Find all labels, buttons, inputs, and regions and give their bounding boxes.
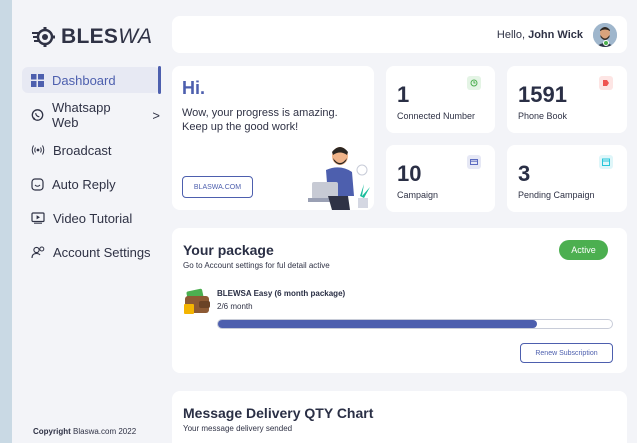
welcome-card: Hi. Wow, your progress is amazing. Keep … (172, 66, 374, 210)
sidebar-item-dashboard[interactable]: Dashboard (22, 67, 160, 93)
active-indicator (158, 66, 161, 94)
stat-pending-campaign[interactable]: 3 Pending Campaign (507, 145, 627, 212)
sidebar-item-label: Video Tutorial (53, 210, 133, 226)
stat-label: Pending Campaign (518, 190, 595, 200)
app-frame: BLESWA Dashboard Whatsapp Web > Broadcas… (12, 0, 637, 443)
stat-value: 1591 (518, 82, 567, 107)
website-button[interactable]: BLASWA.COM (182, 176, 253, 198)
logo-gear-icon (32, 27, 55, 47)
stat-phone-book[interactable]: 1591 Phone Book (507, 66, 627, 133)
sidebar-item-auto-reply[interactable]: Auto Reply (22, 171, 160, 197)
chat-icon (31, 177, 44, 191)
progress-fill (218, 320, 538, 328)
stat-value: 1 (397, 82, 410, 107)
package-subtitle: Go to Account settings for ful detail ac… (183, 261, 330, 270)
sidebar-item-label: Whatsapp Web (52, 100, 111, 130)
plan-name: BLEWSA Easy (6 month package) (217, 289, 346, 298)
top-bar: Hello, John Wick (172, 16, 627, 53)
delivery-chart-card: Message Delivery QTY Chart Your message … (172, 391, 627, 443)
renew-subscription-button[interactable]: Renew Subscription (520, 343, 613, 363)
brand-logo[interactable]: BLESWA (31, 25, 152, 49)
plan-duration: 2/6 month (217, 302, 253, 311)
stat-label: Campaign (397, 190, 439, 200)
sidebar-item-broadcast[interactable]: Broadcast (22, 137, 160, 163)
welcome-message: Wow, your progress is amazing. Keep up t… (182, 107, 338, 133)
stat-value: 10 (397, 161, 422, 186)
chevron-right-icon: > (152, 107, 160, 123)
working-man-illustration (308, 147, 370, 210)
chart-subtitle: Your message delivery sended (183, 424, 293, 433)
sidebar-item-video-tutorial[interactable]: Video Tutorial (22, 205, 160, 231)
stat-value: 3 (518, 161, 531, 186)
stat-label: Connected Number (397, 111, 476, 121)
sidebar-item-label: Account Settings (53, 244, 151, 260)
stat-label: Phone Book (518, 111, 568, 121)
video-icon (31, 212, 45, 224)
clock-icon (467, 76, 481, 90)
sidebar-item-whatsapp-web[interactable]: Whatsapp Web > (22, 100, 160, 130)
brand-name: BLESWA (61, 25, 153, 48)
status-badge: Active (559, 240, 608, 260)
welcome-title: Hi. (182, 78, 206, 98)
broadcast-icon (31, 145, 45, 155)
greeting: Hello, John Wick (496, 28, 583, 41)
subscription-progress-bar (217, 319, 613, 329)
sidebar-item-account-settings[interactable]: Account Settings (22, 239, 160, 265)
calendar-icon (599, 155, 613, 169)
tag-icon (599, 76, 613, 90)
chart-title: Message Delivery QTY Chart (183, 405, 374, 421)
sidebar-item-label: Broadcast (53, 142, 112, 158)
copyright-text: Copyright Blaswa.com 2022 (33, 427, 137, 436)
grid-icon (31, 73, 44, 87)
sidebar-item-label: Auto Reply (52, 176, 116, 192)
user-gear-icon (31, 246, 45, 259)
package-card: Your package Go to Account settings for … (172, 228, 627, 373)
stat-campaign[interactable]: 10 Campaign (386, 145, 495, 212)
card-icon (467, 155, 481, 169)
online-status-dot (603, 40, 609, 46)
sidebar-item-label: Dashboard (52, 72, 116, 88)
stat-connected-number[interactable]: 1 Connected Number (386, 66, 495, 133)
sidebar: BLESWA Dashboard Whatsapp Web > Broadcas… (12, 0, 162, 443)
wallet-icon (184, 288, 210, 314)
package-title: Your package (183, 242, 274, 258)
whatsapp-icon (31, 109, 44, 121)
